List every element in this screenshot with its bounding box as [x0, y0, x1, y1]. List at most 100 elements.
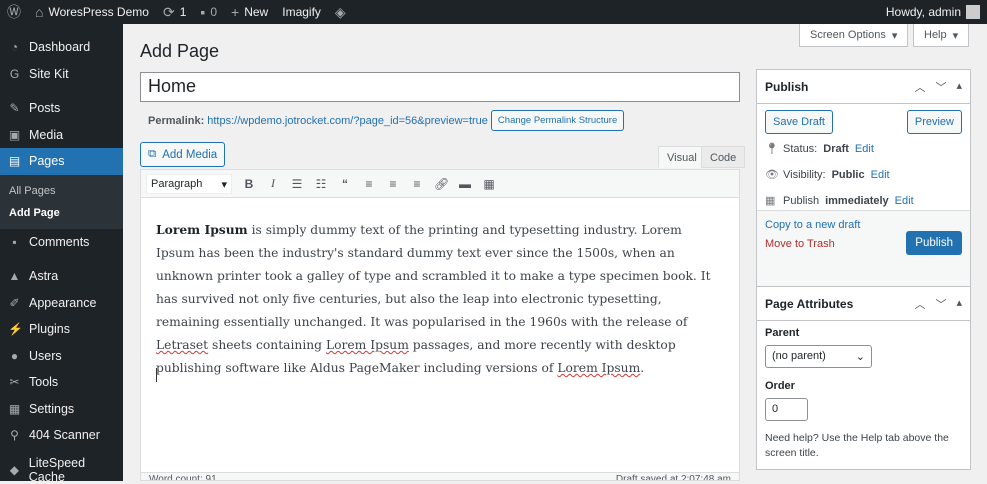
tab-code[interactable]: Code — [701, 146, 746, 168]
toolbar-toggle-icon[interactable]: ▦ — [482, 177, 496, 191]
blockquote-icon[interactable]: “ — [338, 177, 352, 191]
sidebar-label: Tools — [29, 375, 59, 390]
sidebar-label: Comments — [29, 234, 90, 249]
content-text: Letraset — [156, 338, 209, 352]
content-text: Lorem Ipsum — [325, 338, 409, 352]
status-value: Draft — [823, 142, 849, 155]
save-draft-button[interactable]: Save Draft — [765, 110, 833, 134]
tab-visual[interactable]: Visual — [658, 146, 706, 168]
sitekit-icon: G — [9, 66, 20, 81]
publish-when: immediately — [825, 194, 889, 207]
editor-content[interactable]: Lorem Ipsum is simply dummy text of the … — [141, 198, 739, 400]
litespeed-icon: ◆ — [9, 462, 19, 477]
main-content: Screen Options ▾ Help ▾ Add Page Home Perm… — [140, 24, 987, 481]
diamond-icon[interactable]: ◈ — [328, 0, 353, 24]
sidebar-item-pages[interactable]: ▤ Pages — [0, 148, 123, 175]
permalink-label: Permalink: — [148, 114, 205, 127]
editor[interactable]: Paragraph ▾ B I ☰ ☷ “ ≡ ≡ ≡ 🔗︎ ▬ ▦ Lorem … — [140, 169, 740, 481]
parent-select[interactable]: (no parent) ⌄ — [765, 345, 872, 368]
edit-status-link[interactable]: Edit — [855, 143, 874, 155]
align-center-icon[interactable]: ≡ — [386, 177, 400, 191]
admin-sidebar: ◔ Dashboard G Site Kit ✎ Posts ▣ Media ▤ Page… — [0, 24, 123, 484]
chevron-down-icon[interactable]: ﹀ — [935, 296, 946, 312]
add-media-button[interactable]: ⧉ Add Media — [140, 142, 226, 167]
search-icon: ⚲ — [10, 428, 19, 443]
sidebar-item-appearance[interactable]: ✐ Appearance — [0, 290, 123, 317]
sidebar-item-users[interactable]: ● Users — [0, 343, 123, 370]
chevron-down-icon: ⌄ — [855, 351, 865, 363]
edit-visibility-link[interactable]: Edit — [871, 169, 890, 181]
sidebar-item-comments[interactable]: ▪ Comments — [0, 229, 123, 256]
updates-link[interactable]: ⟳ 1 — [156, 0, 193, 24]
sidebar-label: Dashboard — [29, 40, 91, 55]
sidebar-item-plugins[interactable]: ⚡ Plugins — [0, 316, 123, 343]
align-right-icon[interactable]: ≡ — [410, 177, 424, 191]
sidebar-item-posts[interactable]: ✎ Posts — [0, 95, 123, 122]
visibility-value: Public — [831, 168, 865, 181]
submenu-all-pages[interactable]: All Pages — [0, 180, 123, 202]
parent-value: (no parent) — [772, 350, 826, 362]
align-left-icon[interactable]: ≡ — [362, 177, 376, 191]
wordpress-logo-icon[interactable]: Ⓦ — [0, 0, 28, 24]
move-to-trash-link[interactable]: Move to Trash — [765, 238, 835, 250]
imagify-label: Imagify — [282, 5, 321, 19]
sidebar-label: 404 Scanner — [29, 428, 100, 443]
home-icon: ⌂ — [35, 4, 44, 20]
sidebar-label: Settings — [29, 401, 75, 416]
imagify-link[interactable]: Imagify — [275, 0, 328, 24]
order-input[interactable]: 0 — [765, 398, 808, 421]
howdy-label: Howdy, admin — [885, 5, 961, 19]
read-more-icon[interactable]: ▬ — [458, 177, 472, 191]
comments-link[interactable]: ▪ 0 — [193, 0, 224, 24]
link-icon[interactable]: 🔗︎ — [434, 177, 449, 191]
format-select[interactable]: Paragraph ▾ — [146, 173, 232, 194]
brush-icon: ✐ — [9, 295, 20, 310]
toggle-icon[interactable]: ▴ — [956, 79, 962, 95]
attributes-title: Page Attributes — [765, 296, 854, 311]
draft-saved: Draft saved at 2:07:48 am — [615, 474, 731, 480]
permalink-link[interactable]: https://wpdemo.jotrocket.com/?page_id=56… — [207, 115, 488, 127]
copy-draft-link[interactable]: Copy to a new draft — [765, 219, 860, 231]
sidebar-item-settings[interactable]: ▦ Settings — [0, 396, 123, 423]
preview-button[interactable]: Preview — [906, 110, 962, 134]
new-link[interactable]: + New — [224, 0, 275, 24]
sidebar-item-astra[interactable]: ▲ Astra — [0, 263, 123, 290]
publish-button[interactable]: Publish — [906, 231, 962, 255]
content-text: sheets containing — [208, 338, 326, 352]
pin-icon: 📍︎ — [765, 143, 779, 155]
sidebar-item-site-kit[interactable]: G Site Kit — [0, 61, 123, 88]
text-caret — [156, 368, 157, 382]
submenu-add-page[interactable]: Add Page — [0, 202, 123, 224]
bullet-list-icon[interactable]: ☰ — [290, 177, 304, 191]
help-button[interactable]: Help ▾ — [913, 24, 970, 47]
attributes-help: Need help? Use the Help tab above the sc… — [765, 432, 949, 459]
toggle-icon[interactable]: ▴ — [956, 296, 962, 312]
sidebar-label: Site Kit — [29, 66, 69, 81]
bold-icon[interactable]: B — [242, 177, 256, 191]
media-icon: ▣ — [8, 127, 21, 142]
chevron-down-icon[interactable]: ﹀ — [935, 79, 946, 95]
sidebar-label: Posts — [29, 101, 61, 116]
title-input[interactable]: Home — [140, 72, 740, 102]
calendar-icon: ▦ — [765, 195, 776, 207]
plugin-icon: ⚡ — [8, 322, 23, 337]
edit-date-link[interactable]: Edit — [895, 195, 914, 207]
italic-icon[interactable]: I — [266, 176, 280, 191]
sidebar-item-dashboard[interactable]: ◔ Dashboard — [0, 34, 123, 61]
sidebar-item-litespeed[interactable]: ◆ LiteSpeed Cache — [0, 456, 123, 484]
account-menu[interactable]: Howdy, admin — [879, 0, 987, 24]
site-link[interactable]: ⌂ WoresPress Demo — [28, 0, 156, 24]
sidebar-item-media[interactable]: ▣ Media — [0, 122, 123, 149]
numbered-list-icon[interactable]: ☷ — [314, 177, 328, 191]
plus-icon: + — [231, 4, 240, 20]
editor-toolbar: Paragraph ▾ B I ☰ ☷ “ ≡ ≡ ≡ 🔗︎ ▬ ▦ — [141, 170, 739, 198]
sidebar-item-404-scanner[interactable]: ⚲ 404 Scanner — [0, 422, 123, 449]
content-bold: Lorem Ipsum — [156, 222, 248, 237]
dashboard-icon: ◔ — [10, 40, 19, 55]
screen-options-button[interactable]: Screen Options ▾ — [799, 24, 909, 47]
sidebar-item-tools[interactable]: ✂ Tools — [0, 369, 123, 396]
change-permalink-button[interactable]: Change Permalink Structure — [490, 110, 625, 131]
comment-icon: ▪ — [12, 234, 17, 249]
chevron-up-icon[interactable]: ︿ — [914, 79, 925, 95]
chevron-up-icon[interactable]: ︿ — [914, 296, 925, 312]
